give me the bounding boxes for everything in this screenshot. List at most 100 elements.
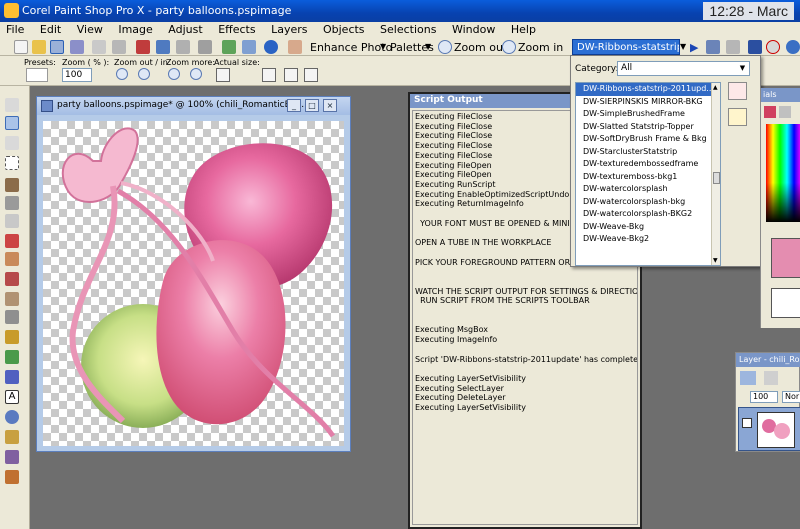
menu-selections[interactable]: Selections — [374, 22, 442, 38]
zoom-input[interactable]: 100 — [62, 68, 92, 82]
script-folder-button[interactable] — [728, 108, 747, 126]
info-icon[interactable] — [264, 40, 278, 54]
zoom-out-button[interactable]: Zoom out — [454, 41, 507, 54]
category-select[interactable]: All ▼ — [617, 61, 750, 76]
pen-tool-icon[interactable] — [5, 430, 19, 444]
palettes-dropdown-icon[interactable]: ▼ — [425, 42, 431, 51]
pan-tool-icon[interactable] — [5, 98, 19, 112]
edit-script-icon[interactable] — [706, 40, 720, 54]
zoom-in-icon[interactable] — [502, 40, 516, 54]
fit-image-icon[interactable] — [284, 68, 298, 82]
scroll-down-icon[interactable]: ▼ — [713, 257, 718, 264]
fit-window-icon[interactable] — [262, 68, 276, 82]
script-list-scrollbar[interactable]: ▲ ▼ — [711, 83, 720, 265]
dropper-tool-icon[interactable] — [5, 178, 19, 192]
run-script-icon[interactable]: ▶ — [690, 41, 698, 54]
script-list-item[interactable]: DW-StarclusterStatstrip — [576, 146, 720, 159]
menu-edit[interactable]: Edit — [34, 22, 67, 38]
enhance-photo-icon[interactable] — [288, 40, 302, 54]
flood-fill-icon[interactable] — [5, 370, 19, 384]
zoom-more-in-icon[interactable] — [190, 68, 202, 80]
scroll-thumb[interactable] — [713, 172, 720, 185]
pick-tool-icon[interactable] — [5, 136, 19, 150]
cut-icon[interactable] — [136, 40, 150, 54]
warp-brush-icon[interactable] — [5, 450, 19, 464]
paint-brush-icon[interactable] — [5, 292, 19, 306]
makeover-tool-icon[interactable] — [5, 252, 19, 266]
option-zoom-in-icon[interactable] — [138, 68, 150, 80]
script-list-item[interactable]: DW-watercolorsplash-bkg — [576, 196, 720, 209]
crop-icon[interactable] — [198, 40, 212, 54]
color-spectrum[interactable] — [766, 124, 800, 222]
zoom-more-out-icon[interactable] — [168, 68, 180, 80]
background-swatch[interactable] — [771, 288, 800, 318]
layer-opacity-input[interactable]: 100 — [750, 391, 778, 403]
layers-view-icon[interactable] — [242, 40, 256, 54]
menu-view[interactable]: View — [71, 22, 109, 38]
record-script-icon[interactable] — [726, 40, 740, 54]
minimize-button[interactable]: _ — [287, 99, 301, 112]
save-icon[interactable] — [70, 40, 84, 54]
help-icon[interactable] — [786, 40, 800, 54]
script-list-item[interactable]: DW-watercolorsplash-BKG2 — [576, 208, 720, 221]
maximize-button[interactable]: □ — [305, 99, 319, 112]
layer-row[interactable] — [738, 407, 800, 451]
menu-help[interactable]: Help — [505, 22, 542, 38]
new-layer-icon[interactable] — [740, 371, 756, 385]
layer-blend-select[interactable]: Nor — [782, 391, 800, 403]
menu-adjust[interactable]: Adjust — [162, 22, 208, 38]
menu-window[interactable]: Window — [446, 22, 501, 38]
menu-objects[interactable]: Objects — [317, 22, 371, 38]
enhance-photo-dropdown-icon[interactable]: ▼ — [380, 42, 386, 51]
text-tool-icon[interactable]: A — [5, 390, 19, 404]
scan-icon[interactable] — [112, 40, 126, 54]
undo-icon[interactable] — [156, 40, 170, 54]
new-file-icon[interactable] — [14, 40, 28, 54]
stop-script-icon[interactable] — [748, 40, 762, 54]
presets-button[interactable] — [26, 68, 48, 82]
category-chevron-down-icon[interactable]: ▼ — [738, 64, 747, 73]
redo-icon[interactable] — [176, 40, 190, 54]
move-tool-icon[interactable] — [5, 116, 19, 130]
red-eye-tool-icon[interactable] — [5, 234, 19, 248]
script-select[interactable]: DW-Ribbons-statstrip... — [572, 39, 680, 55]
zoom-out-icon[interactable] — [438, 40, 452, 54]
fit-screen-icon[interactable] — [304, 68, 318, 82]
menu-layers[interactable]: Layers — [265, 22, 313, 38]
crop-tool-icon[interactable] — [5, 196, 19, 210]
manager-icon[interactable] — [222, 40, 236, 54]
image-window-title[interactable]: party balloons.pspimage* @ 100% (chili_R… — [37, 97, 350, 115]
close-button[interactable]: × — [323, 99, 337, 112]
script-list-item[interactable]: DW-Slatted Statstrip-Topper — [576, 121, 720, 134]
swatch-tab-icon[interactable] — [764, 106, 776, 118]
eraser-tool-icon[interactable] — [5, 350, 19, 364]
open-folder-icon[interactable] — [32, 40, 46, 54]
script-list[interactable]: DW-Ribbons-statstrip-2011upd... DW-SIERPI… — [575, 82, 721, 266]
script-list-item[interactable]: DW-Weave-Bkg — [576, 221, 720, 234]
script-list-item[interactable]: DW-Weave-Bkg2 — [576, 233, 720, 246]
menu-effects[interactable]: Effects — [212, 22, 261, 38]
script-list-item[interactable]: DW-watercolorsplash — [576, 183, 720, 196]
zoom-in-button[interactable]: Zoom in — [518, 41, 563, 54]
script-list-item[interactable]: DW-SIERPINSKIS MIRROR-BKG — [576, 96, 720, 109]
preset-shape-icon[interactable] — [5, 410, 19, 424]
browse-icon[interactable] — [50, 40, 64, 54]
script-list-item[interactable]: DW-SoftDryBrush Frame & Bkg — [576, 133, 720, 146]
smudge-tool-icon[interactable] — [5, 330, 19, 344]
edit-script-button[interactable] — [728, 82, 747, 100]
straighten-tool-icon[interactable] — [5, 214, 19, 228]
foreground-swatch[interactable] — [771, 238, 800, 278]
script-list-item[interactable]: DW-Ribbons-statstrip-2011upd... — [576, 83, 720, 96]
layer-visibility-icon[interactable] — [742, 418, 752, 428]
image-canvas[interactable] — [43, 121, 344, 446]
clone-tool-icon[interactable] — [5, 272, 19, 286]
lighten-darken-icon[interactable] — [5, 310, 19, 324]
layer-delete-icon[interactable] — [764, 371, 778, 385]
script-dropdown-icon[interactable]: ▼ — [680, 42, 686, 51]
print-icon[interactable] — [92, 40, 106, 54]
rainbow-tab-icon[interactable] — [779, 106, 791, 118]
actual-size-icon[interactable] — [216, 68, 230, 82]
script-list-item[interactable]: DW-texturemboss-bkg1 — [576, 171, 720, 184]
picture-tube-icon[interactable] — [5, 470, 19, 484]
option-zoom-out-icon[interactable] — [116, 68, 128, 80]
